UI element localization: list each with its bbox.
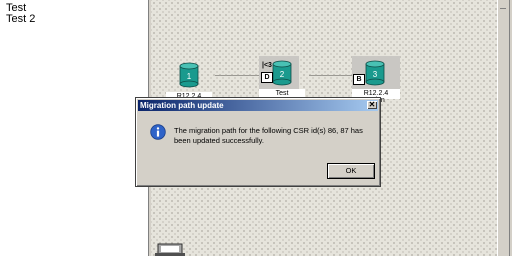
node-2-flag-left: D (261, 72, 273, 83)
node-3-flag-left: B (353, 74, 365, 85)
dialog-title: Migration path update (140, 101, 224, 110)
edge-line (509, 0, 510, 256)
tree-panel: Test Test 2 (0, 0, 149, 256)
close-button[interactable]: ✕ (367, 101, 377, 109)
node-2[interactable]: 2 |<3 D Test (259, 56, 311, 102)
database-icon: 3 (365, 60, 385, 86)
computer-icon[interactable] (154, 242, 188, 256)
node-3[interactable]: 3 B R12.2.4 ction (350, 56, 402, 104)
node-1-number: 1 (187, 72, 192, 81)
info-icon (150, 124, 166, 140)
migration-update-dialog: Migration path update ✕ The migration pa… (135, 97, 381, 187)
dialog-message: The migration path for the following CSR… (174, 126, 363, 145)
node-3-number: 3 (373, 70, 378, 79)
edge-notch (500, 8, 506, 9)
dialog-titlebar[interactable]: Migration path update ✕ (138, 100, 378, 111)
tree-item-test-2[interactable]: Test 2 (6, 13, 35, 25)
database-icon: 2 (272, 60, 292, 86)
node-2-flag-top: |<3 (262, 62, 272, 69)
connector-1-2 (215, 75, 261, 76)
ok-button[interactable]: OK (327, 163, 375, 179)
node-2-number: 2 (280, 70, 285, 79)
database-icon: 1 (179, 62, 199, 88)
connector-2-3 (309, 75, 353, 76)
right-scroll-edge[interactable] (497, 0, 512, 256)
